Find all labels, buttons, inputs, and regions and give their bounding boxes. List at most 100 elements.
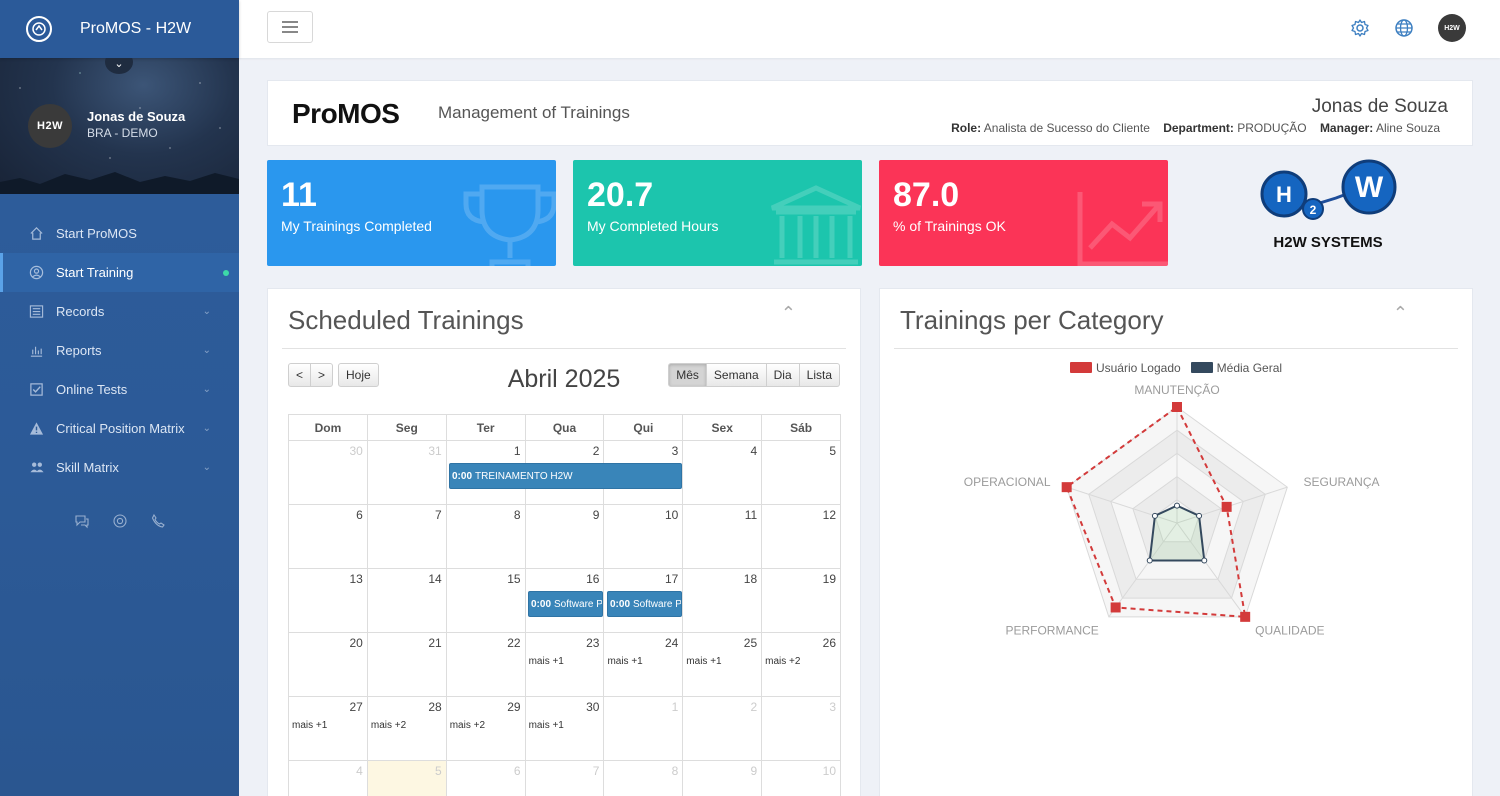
sidebar-item-records[interactable]: Records ⌄ — [0, 292, 239, 331]
more-events-link[interactable]: mais +1 — [686, 656, 721, 667]
calendar-event[interactable]: 0:00 TREINAMENTO H2W — [449, 463, 682, 489]
avatar[interactable]: H2W — [28, 104, 72, 148]
checkbox-icon — [28, 381, 45, 398]
calendar-day[interactable]: 20 — [289, 633, 368, 697]
calendar-day[interactable]: 5 — [762, 441, 842, 505]
calendar-day[interactable]: 21 — [367, 633, 447, 697]
support-icon[interactable] — [112, 513, 128, 529]
calendar-day[interactable]: 10 — [604, 505, 684, 569]
more-events-link[interactable]: mais +1 — [607, 656, 642, 667]
calendar-day[interactable]: 10 — [762, 761, 842, 796]
more-events-link[interactable]: mais +2 — [765, 656, 800, 667]
calendar-day[interactable]: 24 mais +1 — [604, 633, 684, 697]
sidebar-item-label: Reports — [56, 343, 102, 358]
avatar[interactable]: H2W — [1438, 14, 1466, 42]
calendar-day[interactable]: 30 mais +1 — [525, 697, 605, 761]
calendar-day[interactable]: 14 — [367, 569, 447, 633]
stat-label: % of Trainings OK — [893, 218, 1006, 234]
calendar-day[interactable]: 30 — [289, 441, 368, 505]
calendar-day[interactable]: 19 — [762, 569, 842, 633]
calendar-day[interactable]: 18 — [683, 569, 763, 633]
view-list-button[interactable]: Lista — [799, 363, 840, 387]
radar-point — [1240, 611, 1251, 622]
chevron-down-icon: ⌄ — [202, 423, 211, 434]
more-events-link[interactable]: mais +1 — [529, 720, 564, 731]
calendar-day[interactable]: 27 mais +1 — [289, 697, 368, 761]
calendar-day[interactable]: 1 — [604, 697, 684, 761]
view-week-button[interactable]: Semana — [706, 363, 767, 387]
header-user-name: Jonas de Souza — [1311, 96, 1448, 117]
calendar-day[interactable]: 23 mais +1 — [525, 633, 605, 697]
calendar-day[interactable]: 8 — [446, 505, 526, 569]
more-events-link[interactable]: mais +2 — [450, 720, 485, 731]
sidebar-item-reports[interactable]: Reports ⌄ — [0, 331, 239, 370]
sidebar: ProMOS - H2W ⌄ H2W Jonas de Souza BRA - … — [0, 0, 239, 796]
weekday-header: Dom — [289, 415, 368, 441]
radar-axis-label: OPERACIONAL — [964, 475, 1051, 489]
calendar-day[interactable]: 6 — [289, 505, 368, 569]
chat-icon[interactable] — [74, 513, 90, 529]
phone-icon[interactable] — [150, 513, 166, 529]
calendar-day[interactable]: 3 — [762, 697, 842, 761]
header-user-meta: Role: Analista de Sucesso do Cliente Dep… — [951, 121, 1440, 135]
calendar-week: 4 5 6 7 8 9 10 — [289, 761, 842, 796]
calendar-day[interactable]: 7 — [526, 761, 605, 796]
calendar-day[interactable]: 11 — [683, 505, 763, 569]
more-events-link[interactable]: mais +1 — [292, 720, 327, 731]
calendar-event[interactable]: 0:00 Software P — [607, 591, 682, 617]
stat-card-completed-hours: 20.7 My Completed Hours — [573, 160, 862, 266]
calendar-day[interactable]: 15 — [446, 569, 526, 633]
calendar-day[interactable]: 25 mais +1 — [683, 633, 763, 697]
menu-toggle-button[interactable] — [267, 11, 313, 43]
trainings-per-category-panel: Trainings per Category ⌃ Usuário Logado … — [879, 288, 1473, 796]
calendar-grid: Dom Seg Ter Qua Qui Sex Sáb 30 31 1 2 3 … — [288, 414, 842, 796]
calendar-event[interactable]: 0:00 Software P — [528, 591, 603, 617]
calendar-day[interactable]: 7 — [367, 505, 447, 569]
topbar: H2W — [239, 0, 1500, 58]
sidebar-item-critical-position-matrix[interactable]: Critical Position Matrix ⌄ — [0, 409, 239, 448]
sidebar-item-skill-matrix[interactable]: Skill Matrix ⌄ — [0, 448, 239, 487]
calendar-day[interactable]: 12 — [762, 505, 842, 569]
calendar-day[interactable]: 6 — [447, 761, 526, 796]
users-icon — [28, 459, 45, 476]
calendar-day[interactable]: 22 — [446, 633, 526, 697]
calendar-day[interactable]: 31 — [367, 441, 447, 505]
app-logo-icon[interactable] — [26, 16, 52, 42]
more-events-link[interactable]: mais +2 — [371, 720, 406, 731]
panel-title: Scheduled Trainings — [288, 305, 524, 335]
sidebar-item-online-tests[interactable]: Online Tests ⌄ — [0, 370, 239, 409]
view-day-button[interactable]: Dia — [766, 363, 800, 387]
radar-axis-label: SEGURANÇA — [1303, 475, 1379, 489]
bank-icon — [770, 185, 862, 265]
calendar-day[interactable]: 26 mais +2 — [762, 633, 842, 697]
sidebar-item-label: Start ProMOS — [56, 226, 137, 241]
view-month-button[interactable]: Mês — [668, 363, 707, 387]
stat-card-trainings-completed: 11 My Trainings Completed — [267, 160, 556, 266]
stat-value: 87.0 — [893, 176, 960, 214]
calendar-day[interactable]: 29 mais +2 — [446, 697, 526, 761]
brand-w: W — [1355, 171, 1384, 204]
calendar-day[interactable]: 9 — [525, 505, 605, 569]
calendar-day[interactable]: 28 mais +2 — [367, 697, 447, 761]
active-indicator — [223, 269, 229, 276]
calendar-day[interactable]: 4 — [683, 441, 763, 505]
calendar-day[interactable]: 13 — [289, 569, 368, 633]
gear-icon[interactable] — [1350, 18, 1370, 38]
promos-logo: ProMOS — [292, 98, 400, 129]
calendar-day[interactable]: 8 — [604, 761, 684, 796]
weekday-header: Sáb — [762, 415, 842, 441]
calendar-week: 13 14 15 16 17 18 19 0:00 Software P 0:00… — [289, 569, 842, 633]
more-events-link[interactable]: mais +1 — [529, 656, 564, 667]
page-header: ProMOS Management of Trainings Jonas de … — [267, 80, 1473, 146]
sidebar-item-start-training[interactable]: Start Training — [0, 253, 239, 292]
sidebar-item-label: Online Tests — [56, 382, 128, 397]
collapse-chevron-icon[interactable]: ⌃ — [781, 303, 796, 324]
globe-icon[interactable] — [1394, 18, 1414, 38]
sidebar-item-label: Records — [56, 304, 105, 319]
calendar-day[interactable]: 4 — [289, 761, 368, 796]
calendar-day[interactable]: 9 — [683, 761, 763, 796]
calendar-day-today[interactable]: 5 — [367, 761, 447, 796]
sidebar-item-start-promos[interactable]: Start ProMOS — [0, 214, 239, 253]
brand-2: 2 — [1310, 203, 1317, 217]
calendar-day[interactable]: 2 — [683, 697, 763, 761]
